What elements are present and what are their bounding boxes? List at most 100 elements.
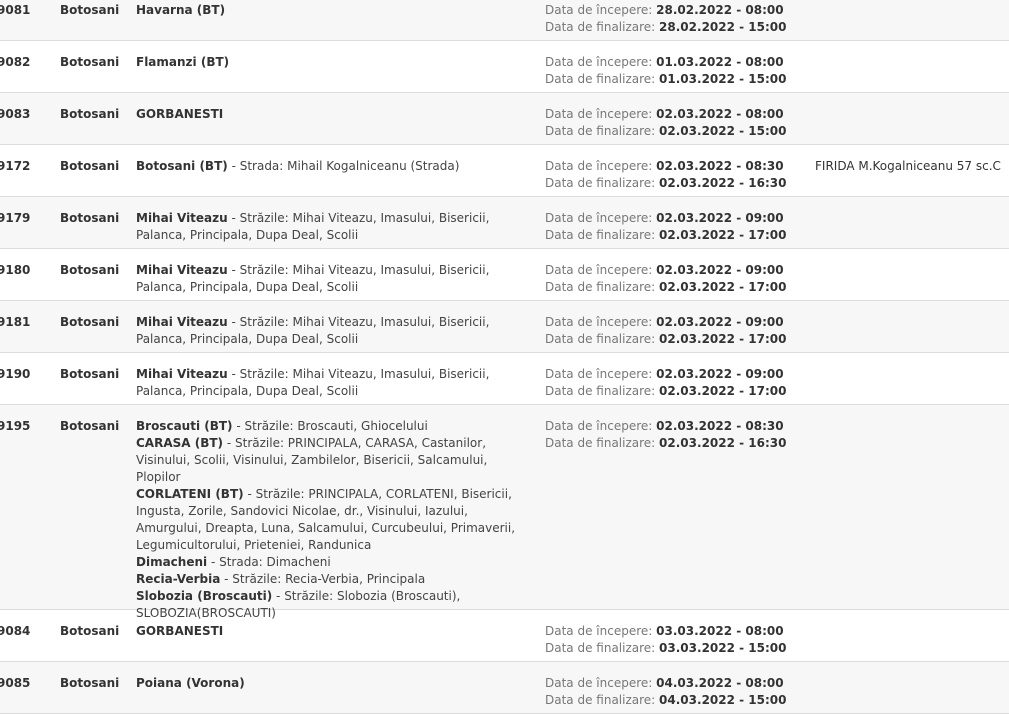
end-date-value: 04.03.2022 - 15:00 <box>659 693 787 707</box>
locality-name: Havarna (BT) <box>136 3 226 17</box>
start-date-label: Data de începere: <box>545 55 653 69</box>
location-entry: Poiana (Vorona) <box>136 675 534 692</box>
county-name: Botosani <box>60 367 120 381</box>
end-date-label: Data de finalizare: <box>545 228 656 242</box>
dates-cell: Data de începere: 04.03.2022 - 08:00 Data… <box>545 675 805 709</box>
locality-name: Broscauti (BT) <box>136 419 233 433</box>
locality-name: Mihai Viteazu <box>136 367 228 381</box>
county-name: Botosani <box>60 315 120 329</box>
locations-cell: Havarna (BT) <box>136 2 534 19</box>
start-date-label: Data de începere: <box>545 624 653 638</box>
location-entry: Mihai Viteazu - Străzile: Mihai Viteazu,… <box>136 262 534 296</box>
end-date-label: Data de finalizare: <box>545 72 656 86</box>
intervention-id: 9081 <box>0 3 31 17</box>
locality-name: Mihai Viteazu <box>136 315 228 329</box>
locality-name: GORBANESTI <box>136 624 224 638</box>
locations-cell: Mihai Viteazu - Străzile: Mihai Viteazu,… <box>136 262 534 296</box>
location-entry: CARASA (BT) - Străzile: PRINCIPALA, CARA… <box>136 435 534 486</box>
start-date-line: Data de începere: 01.03.2022 - 08:00 <box>545 54 805 71</box>
start-date-line: Data de începere: 28.02.2022 - 08:00 <box>545 2 805 19</box>
county-name: Botosani <box>60 107 120 121</box>
locations-cell: Mihai Viteazu - Străzile: Mihai Viteazu,… <box>136 210 534 244</box>
dates-cell: Data de începere: 03.03.2022 - 08:00 Data… <box>545 623 805 657</box>
county-name: Botosani <box>60 419 120 433</box>
end-date-label: Data de finalizare: <box>545 280 656 294</box>
locations-cell: Broscauti (BT) - Străzile: Broscauti, Gh… <box>136 418 534 622</box>
locality-name: Flamanzi (BT) <box>136 55 230 69</box>
locality-name: GORBANESTI <box>136 107 224 121</box>
table-row: 9195 Botosani Broscauti (BT) - Străzile: B… <box>0 405 1009 620</box>
end-date-value: 03.03.2022 - 15:00 <box>659 641 787 655</box>
table-row: 9179 Botosani Mihai Viteazu - Străzile: Mi… <box>0 197 1009 249</box>
intervention-id: 9180 <box>0 263 31 277</box>
end-date-line: Data de finalizare: 02.03.2022 - 17:00 <box>545 331 805 348</box>
location-entry: GORBANESTI <box>136 106 534 123</box>
intervention-id: 9085 <box>0 676 31 690</box>
locality-name: Mihai Viteazu <box>136 211 228 225</box>
locality-name: CORLATENI (BT) <box>136 487 244 501</box>
location-entry: CORLATENI (BT) - Străzile: PRINCIPALA, C… <box>136 486 534 554</box>
dates-cell: Data de începere: 02.03.2022 - 09:00 Data… <box>545 366 805 400</box>
location-entry: Mihai Viteazu - Străzile: Mihai Viteazu,… <box>136 210 534 244</box>
location-entry: Havarna (BT) <box>136 2 534 19</box>
start-date-label: Data de începere: <box>545 315 653 329</box>
county-name: Botosani <box>60 624 120 638</box>
dates-cell: Data de începere: 02.03.2022 - 08:30 Data… <box>545 158 805 192</box>
end-date-value: 02.03.2022 - 16:30 <box>659 436 787 450</box>
end-date-value: 02.03.2022 - 17:00 <box>659 228 787 242</box>
end-date-line: Data de finalizare: 02.03.2022 - 15:00 <box>545 123 805 140</box>
street-list: - Străzile: Recia-Verbia, Principala <box>220 572 426 586</box>
street-list: - Străzile: Broscauti, Ghiocelului <box>232 419 428 433</box>
table-row: 9082 Botosani Flamanzi (BT) Data de începer… <box>0 41 1009 93</box>
intervention-id: 9190 <box>0 367 31 381</box>
dates-cell: Data de începere: 02.03.2022 - 08:30 Data… <box>545 418 805 452</box>
start-date-value: 02.03.2022 - 09:00 <box>656 367 784 381</box>
end-date-value: 02.03.2022 - 17:00 <box>659 384 787 398</box>
locations-cell: GORBANESTI <box>136 623 534 640</box>
location-entry: Dimacheni - Strada: Dimacheni <box>136 554 534 571</box>
end-date-value: 28.02.2022 - 15:00 <box>659 20 787 34</box>
locality-name: Mihai Viteazu <box>136 263 228 277</box>
dates-cell: Data de începere: 02.03.2022 - 09:00 Data… <box>545 262 805 296</box>
start-date-label: Data de începere: <box>545 367 653 381</box>
locations-cell: Mihai Viteazu - Străzile: Mihai Viteazu,… <box>136 314 534 348</box>
start-date-label: Data de începere: <box>545 263 653 277</box>
table-row: 9181 Botosani Mihai Viteazu - Străzile: Mi… <box>0 301 1009 353</box>
table-row: 9081 Botosani Havarna (BT) Data de începere… <box>0 0 1009 41</box>
start-date-value: 03.03.2022 - 08:00 <box>656 624 784 638</box>
start-date-line: Data de începere: 02.03.2022 - 09:00 <box>545 262 805 279</box>
start-date-value: 02.03.2022 - 08:00 <box>656 107 784 121</box>
intervention-id: 9179 <box>0 211 31 225</box>
locality-name: Poiana (Vorona) <box>136 676 245 690</box>
start-date-label: Data de începere: <box>545 676 653 690</box>
location-entry: Mihai Viteazu - Străzile: Mihai Viteazu,… <box>136 314 534 348</box>
table-row: 9085 Botosani Poiana (Vorona) Data de încep… <box>0 662 1009 714</box>
start-date-line: Data de începere: 02.03.2022 - 09:00 <box>545 366 805 383</box>
end-date-label: Data de finalizare: <box>545 436 656 450</box>
start-date-line: Data de începere: 02.03.2022 - 09:00 <box>545 314 805 331</box>
end-date-value: 02.03.2022 - 17:00 <box>659 332 787 346</box>
end-date-line: Data de finalizare: 02.03.2022 - 16:30 <box>545 175 805 192</box>
table-row: 9083 Botosani GORBANESTI Data de începere: … <box>0 93 1009 145</box>
intervention-id: 9181 <box>0 315 31 329</box>
dates-cell: Data de începere: 02.03.2022 - 09:00 Data… <box>545 314 805 348</box>
end-date-value: 02.03.2022 - 17:00 <box>659 280 787 294</box>
end-date-line: Data de finalizare: 28.02.2022 - 15:00 <box>545 19 805 36</box>
locality-name: Slobozia (Broscauti) <box>136 589 273 603</box>
start-date-line: Data de începere: 02.03.2022 - 08:30 <box>545 418 805 435</box>
end-date-line: Data de finalizare: 02.03.2022 - 16:30 <box>545 435 805 452</box>
locality-name: Botosani (BT) <box>136 159 228 173</box>
table-row: 9084 Botosani GORBANESTI Data de începere: … <box>0 610 1009 662</box>
start-date-value: 28.02.2022 - 08:00 <box>656 3 784 17</box>
start-date-value: 02.03.2022 - 09:00 <box>656 263 784 277</box>
location-entry: Flamanzi (BT) <box>136 54 534 71</box>
note-text: FIRIDA M.Kogalniceanu 57 sc.C <box>815 159 1001 173</box>
locations-cell: Mihai Viteazu - Străzile: Mihai Viteazu,… <box>136 366 534 400</box>
locality-name: Dimacheni <box>136 555 208 569</box>
county-name: Botosani <box>60 263 120 277</box>
start-date-value: 02.03.2022 - 08:30 <box>656 159 784 173</box>
end-date-line: Data de finalizare: 02.03.2022 - 17:00 <box>545 227 805 244</box>
intervention-id: 9195 <box>0 419 31 433</box>
end-date-label: Data de finalizare: <box>545 384 656 398</box>
locations-cell: Flamanzi (BT) <box>136 54 534 71</box>
